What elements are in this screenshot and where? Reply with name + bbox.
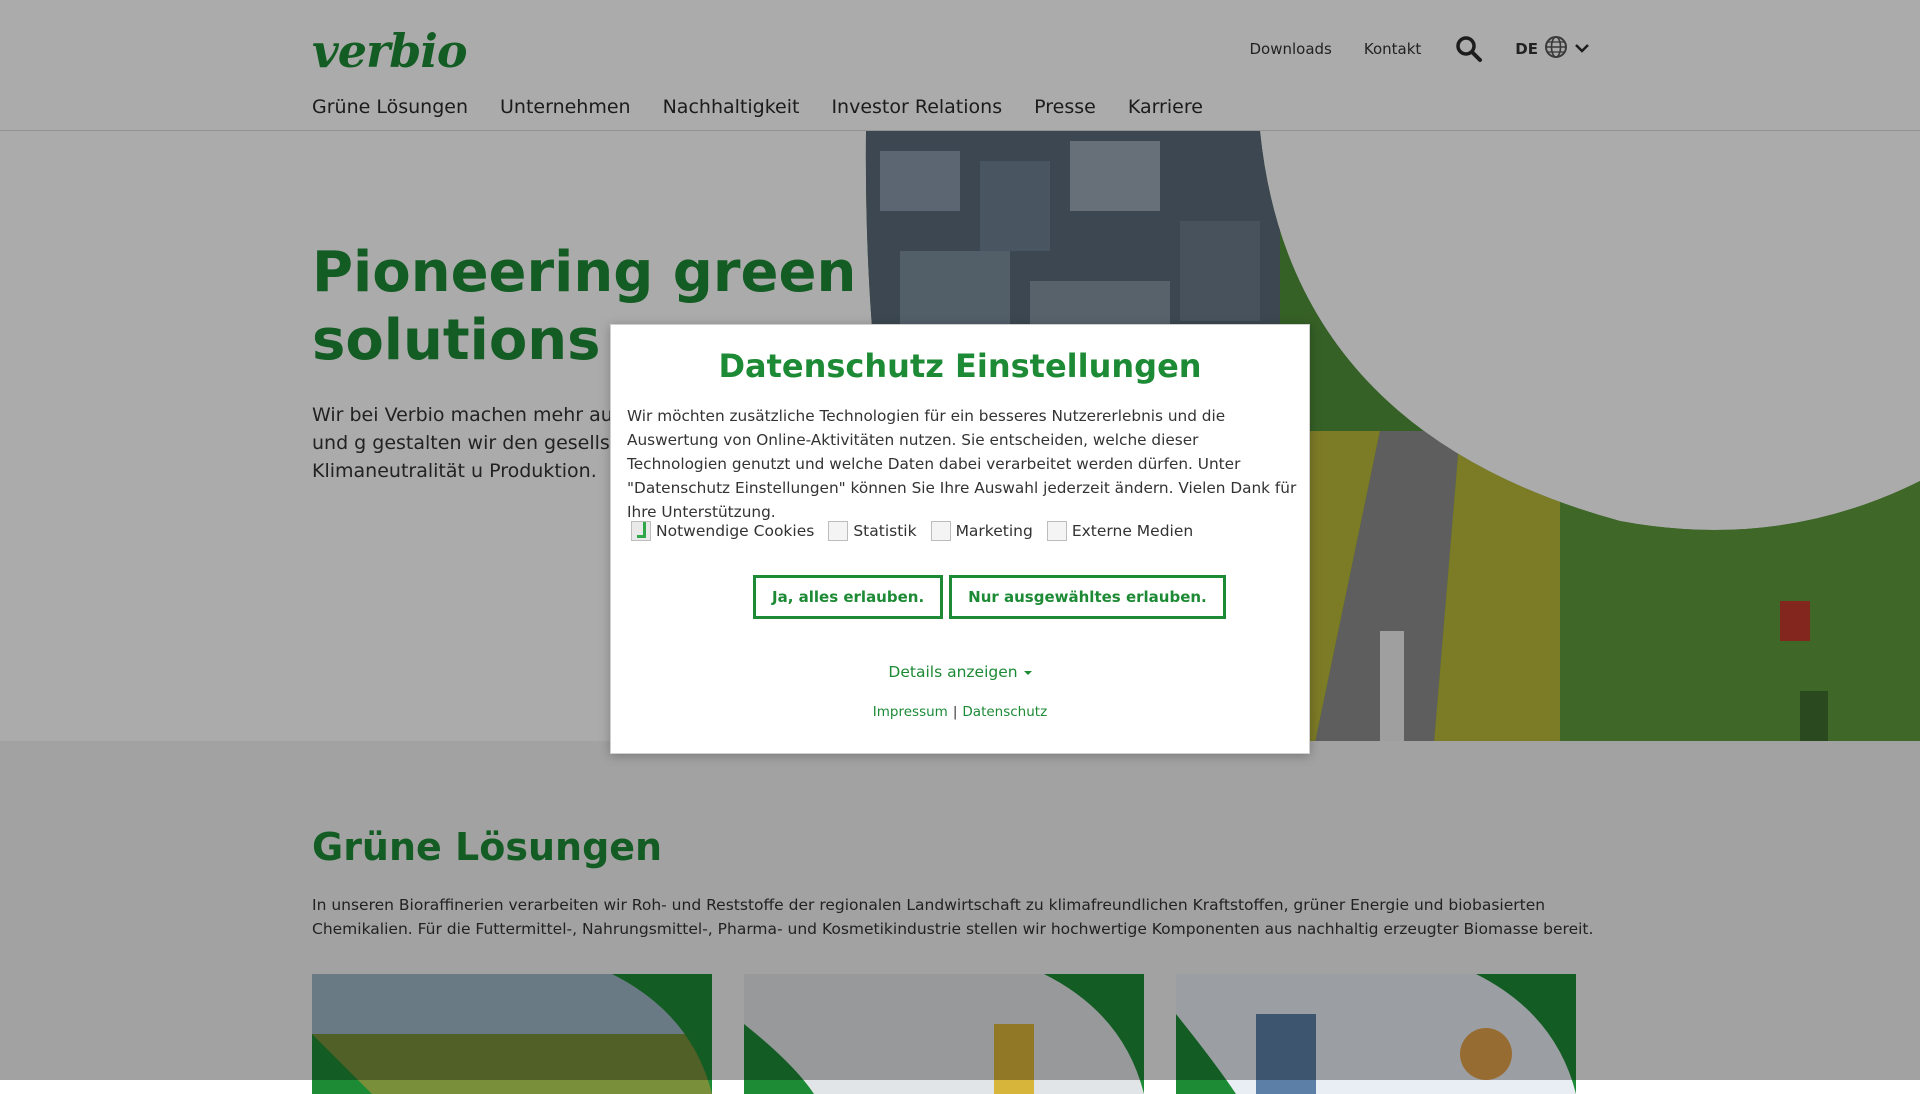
legal-separator: |	[952, 704, 958, 720]
allow-all-button[interactable]: Ja, alles erlauben.	[753, 575, 944, 619]
legal-links: Impressum | Datenschutz	[611, 704, 1309, 720]
details-toggle[interactable]: Details anzeigen	[611, 663, 1309, 681]
dialog-title: Datenschutz Einstellungen	[718, 347, 1202, 385]
checkbox-label: Externe Medien	[1071, 522, 1194, 540]
caret-down-icon	[1023, 670, 1032, 675]
cookie-option-statistics[interactable]: Statistik	[828, 521, 917, 541]
privacy-settings-dialog: Datenschutz Einstellungen Wir möchten zu…	[610, 324, 1310, 754]
cookie-option-external-media[interactable]: Externe Medien	[1046, 521, 1194, 541]
datenschutz-link[interactable]: Datenschutz	[962, 704, 1047, 720]
checkbox-marketing[interactable]	[930, 521, 951, 541]
page: verbio Downloads Kontakt DE Grüne Lösung…	[0, 0, 1920, 1094]
allow-selected-button[interactable]: Nur ausgewähltes erlauben.	[949, 575, 1226, 619]
checkbox-label: Notwendige Cookies	[656, 522, 815, 540]
checkbox-external-media[interactable]	[1046, 521, 1067, 541]
cookie-option-necessary[interactable]: Notwendige Cookies	[631, 521, 814, 541]
checkbox-label: Marketing	[955, 522, 1033, 540]
dialog-description: Wir möchten zusätzliche Technologien für…	[627, 407, 1297, 521]
cookie-options: Notwendige Cookies Statistik Marketing E…	[631, 521, 1207, 541]
dialog-actions: Ja, alles erlauben. Nur ausgewähltes erl…	[753, 575, 1226, 619]
cookie-option-marketing[interactable]: Marketing	[930, 521, 1033, 541]
checkbox-label: Statistik	[853, 522, 917, 540]
impressum-link[interactable]: Impressum	[873, 704, 948, 720]
details-label: Details anzeigen	[888, 663, 1018, 681]
checkbox-necessary[interactable]	[631, 521, 651, 541]
checkbox-statistics[interactable]	[828, 521, 849, 541]
